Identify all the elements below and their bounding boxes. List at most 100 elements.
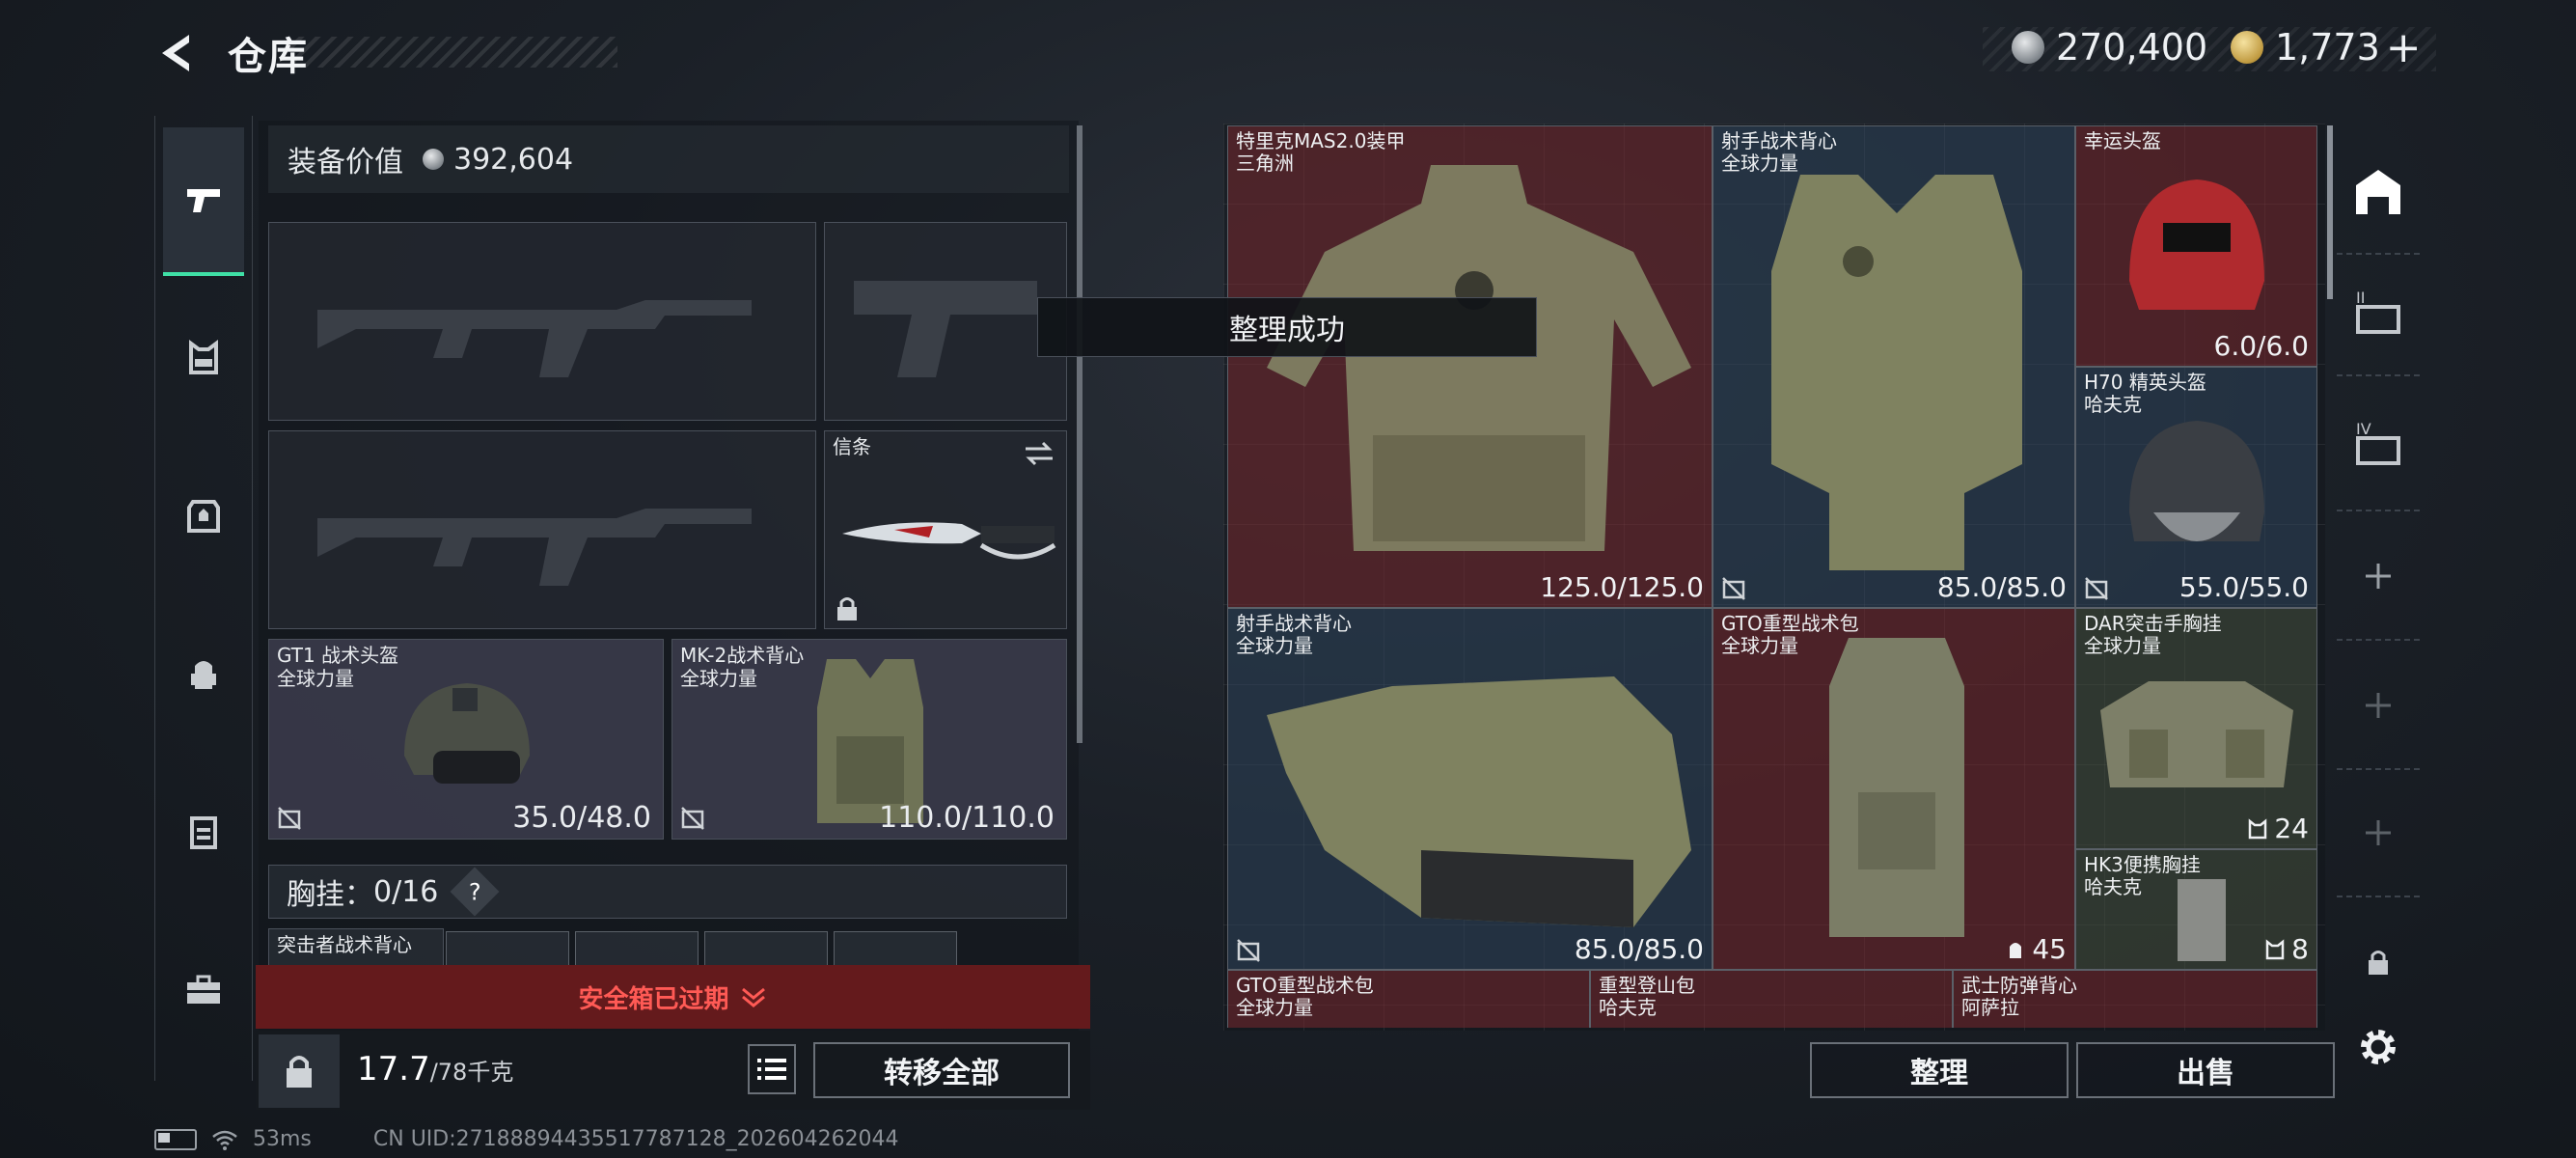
item-name: DAR突击手胸挂: [2084, 612, 2222, 635]
item-name: 武士防弹背心: [1961, 974, 2077, 997]
storage-item[interactable]: GTO重型战术包 全球力量: [1227, 970, 1590, 1028]
storage-item[interactable]: 重型登山包 哈夫克: [1590, 970, 1953, 1028]
rail-storage-tab-2[interactable]: II: [2344, 280, 2412, 347]
item-durability: 85.0/85.0: [1936, 571, 2067, 603]
chest-rig-icon: [2100, 681, 2293, 787]
armor-slot[interactable]: MK-2战术背心 全球力量 110.0/110.0: [671, 639, 1067, 840]
plus-icon: [2366, 820, 2391, 845]
item-label: 重型登山包 哈夫克: [1599, 975, 1695, 1019]
tactical-helmet-icon: [404, 683, 530, 784]
nav-backpack[interactable]: [163, 602, 244, 747]
backpack-icon: [2010, 942, 2022, 958]
rail-add-tab[interactable]: [2344, 672, 2412, 739]
chest-rig-count: 0/16: [373, 874, 439, 909]
no-insurance-icon: [681, 807, 704, 830]
knife-icon: [842, 522, 1056, 560]
carry-weight: 17.7/78千克: [357, 1050, 513, 1089]
item-durability: 85.0/85.0: [1574, 933, 1704, 965]
nav-armor[interactable]: [163, 444, 244, 589]
battery-icon: [154, 1128, 197, 1150]
elite-helmet-icon: [2129, 421, 2264, 541]
item-brand: 全球力量: [2084, 634, 2161, 657]
rail-storage-tab-4[interactable]: IV: [2344, 411, 2412, 479]
secondary-weapon-slot[interactable]: [268, 430, 816, 629]
weight-max: /78千克: [429, 1059, 514, 1086]
settings-button[interactable]: [2344, 1013, 2412, 1081]
item-name: 射手战术背心: [1236, 612, 1352, 635]
nav-container[interactable]: [163, 760, 244, 905]
armor-icon: [187, 500, 220, 533]
primary-weapon-slot[interactable]: [268, 222, 816, 421]
silver-coin-icon: [2012, 31, 2044, 64]
rail-warehouse-tab[interactable]: [2344, 158, 2412, 226]
item-capacity-value: 8: [2291, 933, 2309, 965]
safe-box-expired-bar[interactable]: 安全箱已过期: [256, 965, 1090, 1029]
gold-currency[interactable]: 1,773 +: [2231, 23, 2422, 72]
storage-item[interactable]: H70 精英头盔 哈夫克 55.0/55.0: [2075, 367, 2317, 608]
weight-lock-button[interactable]: [259, 1034, 340, 1108]
add-gold-button[interactable]: +: [2386, 23, 2422, 72]
ping-value: 53ms: [253, 1127, 312, 1151]
item-label: DAR突击手胸挂 全球力量: [2084, 613, 2222, 657]
storage-item[interactable]: DAR突击手胸挂 全球力量 24: [2075, 608, 2317, 849]
sell-button[interactable]: 出售: [2076, 1042, 2335, 1098]
nav-weapons[interactable]: [163, 127, 244, 276]
rail-separator: [2337, 768, 2420, 770]
item-capacity: 8: [2264, 933, 2309, 965]
helmet-slot[interactable]: GT1 战术头盔 全球力量 35.0/48.0: [268, 639, 664, 840]
list-view-button[interactable]: [748, 1044, 796, 1094]
lock-icon: [2369, 951, 2388, 975]
rail-locked-tab[interactable]: [2344, 928, 2412, 996]
storage-item[interactable]: HK3便携胸挂 哈夫克 8: [2075, 849, 2317, 970]
chest-rig-item[interactable]: 突击者战术背心: [268, 928, 444, 967]
transfer-all-button[interactable]: 转移全部: [813, 1042, 1070, 1098]
storage-item[interactable]: 特里克MAS2.0装甲 三角洲 125.0/125.0: [1227, 125, 1713, 608]
category-sidebar: [154, 116, 253, 1081]
silver-currency: 270,400: [2012, 23, 2207, 71]
storage-item[interactable]: 射手战术背心 全球力量 85.0/85.0: [1227, 608, 1713, 970]
item-capacity-value: 45: [2032, 933, 2067, 965]
list-icon: [757, 1059, 786, 1080]
storage-item[interactable]: 武士防弹背心 阿萨拉: [1953, 970, 2317, 1028]
nav-chest-rig[interactable]: [163, 286, 244, 430]
item-name: 幸运头盔: [2084, 129, 2161, 152]
item-brand: 阿萨拉: [1961, 996, 2019, 1019]
storage-item[interactable]: GTO重型战术包 全球力量 45: [1713, 608, 2075, 970]
helmet-label: GT1 战术头盔 全球力量: [277, 644, 398, 690]
toolbox-icon: [187, 975, 220, 1004]
item-brand: 全球力量: [1236, 634, 1313, 657]
storage-item[interactable]: 射手战术背心 全球力量 85.0/85.0: [1713, 125, 2075, 608]
storage-scrollbar[interactable]: [2327, 125, 2333, 299]
rifle-silhouette-icon: [317, 300, 752, 377]
item-capacity-value: 24: [2274, 813, 2309, 844]
chest-rig-label: 胸挂：: [287, 878, 373, 912]
lucky-helmet-icon: [2129, 179, 2264, 310]
swap-icon[interactable]: [1022, 439, 1056, 468]
heavy-backpack-icon: [1829, 638, 1964, 937]
sidearm-slot[interactable]: [824, 222, 1067, 421]
nav-toolbox[interactable]: [163, 919, 244, 1063]
no-insurance-icon: [1722, 577, 1745, 600]
back-button[interactable]: [154, 29, 203, 77]
storage-item[interactable]: 幸运头盔 6.0/6.0: [2075, 125, 2317, 367]
rail-add-tab[interactable]: [2344, 799, 2412, 867]
plus-icon: [2366, 564, 2391, 589]
melee-slot[interactable]: 信条: [824, 430, 1067, 629]
help-icon[interactable]: ?: [450, 867, 500, 917]
item-brand: 哈夫克: [1599, 996, 1657, 1019]
rail-separator: [2337, 253, 2420, 255]
chest-item-name: 突击者战术背心: [277, 933, 412, 956]
item-label: 射手战术背心 全球力量: [1236, 613, 1352, 657]
helmet-brand: 全球力量: [277, 667, 354, 690]
tactical-vest-icon: [1267, 676, 1691, 927]
item-brand: 全球力量: [1236, 996, 1313, 1019]
rail-add-tab[interactable]: [2344, 542, 2412, 610]
no-insurance-icon: [278, 807, 301, 830]
loadout-scrollbar[interactable]: [1077, 125, 1082, 743]
rail-separator: [2337, 639, 2420, 641]
portable-rig-icon: [2178, 879, 2226, 961]
chest-rig-bar[interactable]: 胸挂： 0/16 ?: [268, 865, 1067, 919]
organize-button[interactable]: 整理: [1810, 1042, 2069, 1098]
item-capacity: 45: [2005, 933, 2067, 965]
chest-item-label: 突击者战术背心: [277, 933, 412, 956]
